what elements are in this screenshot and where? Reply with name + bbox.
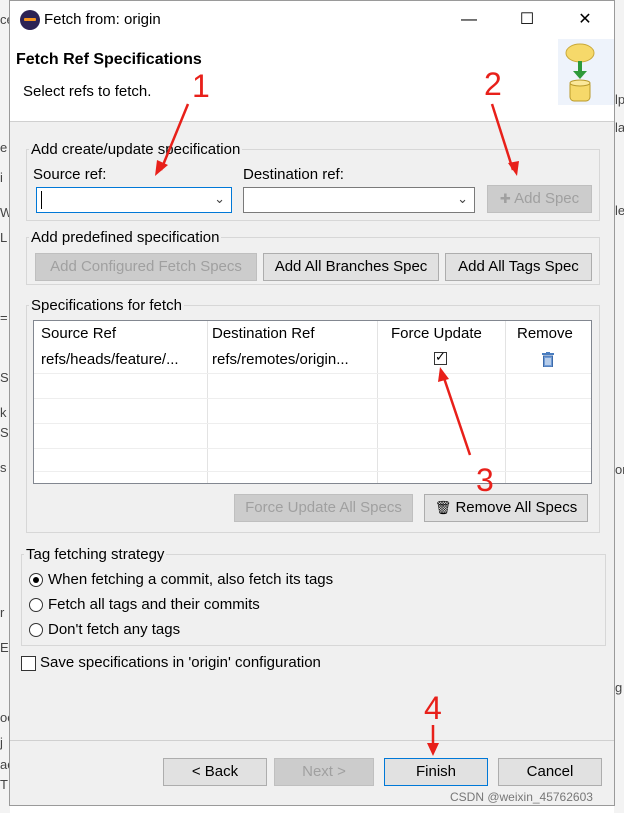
annotation-3: 3 xyxy=(476,462,494,498)
annotation-1: 1 xyxy=(192,68,210,104)
annotation-arrows xyxy=(155,103,519,756)
annotation-4: 4 xyxy=(424,690,442,726)
annotation-2: 2 xyxy=(484,66,502,102)
watermark: CSDN @weixin_45762603 xyxy=(450,790,593,804)
